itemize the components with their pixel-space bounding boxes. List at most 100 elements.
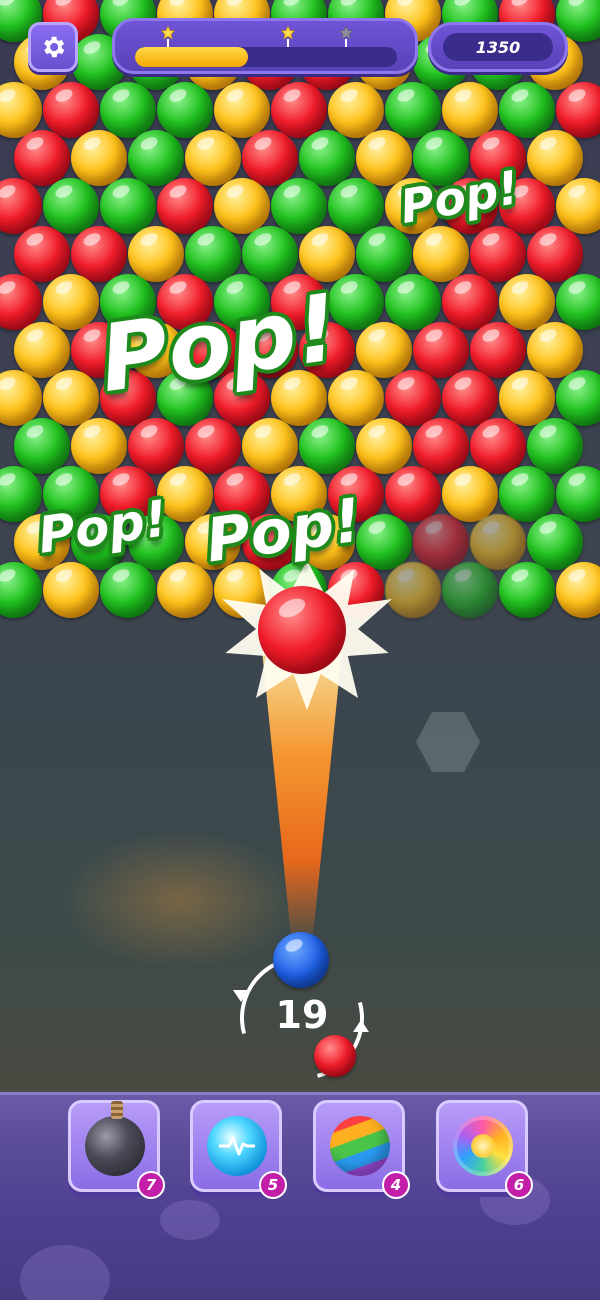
bubble-yellow <box>385 562 441 618</box>
bubble-green <box>242 226 298 282</box>
booster-count-badge: 5 <box>259 1171 287 1199</box>
bubble-yellow <box>242 418 298 474</box>
impact-bubble-red <box>258 586 346 674</box>
bubble-red <box>470 418 526 474</box>
bubble-yellow <box>527 130 583 186</box>
star-3-icon <box>335 25 357 47</box>
bubble-yellow <box>442 466 498 522</box>
bubble-red <box>157 178 213 234</box>
swap-arrow-icon <box>233 990 249 1002</box>
bubble-yellow <box>442 82 498 138</box>
rainbow-ball-icon <box>330 1116 390 1176</box>
bubble-yellow <box>214 178 270 234</box>
bubble-yellow <box>328 82 384 138</box>
bubble-yellow <box>356 322 412 378</box>
bubble-red <box>14 226 70 282</box>
bubble-green <box>499 562 555 618</box>
bubble-green <box>556 274 600 330</box>
settings-button[interactable] <box>28 22 78 72</box>
bubble-yellow <box>413 226 469 282</box>
decorative-flower <box>160 1200 220 1240</box>
bubble-green <box>43 178 99 234</box>
star-2-icon <box>277 25 299 47</box>
bubble-green <box>128 130 184 186</box>
bubble-green <box>527 418 583 474</box>
gear-icon <box>44 36 65 58</box>
bubble-yellow <box>157 562 213 618</box>
bubble-red <box>242 130 298 186</box>
bubble-green <box>499 466 555 522</box>
bubble-green <box>556 466 600 522</box>
bubble-red <box>385 466 441 522</box>
ambient-glow <box>60 830 300 970</box>
bubble-yellow <box>499 274 555 330</box>
shots-remaining: 19 <box>275 993 329 1037</box>
bubble-yellow <box>71 130 127 186</box>
bubble-yellow <box>128 226 184 282</box>
bubble-green <box>328 178 384 234</box>
level-progress-panel <box>112 18 418 74</box>
bubble-red <box>413 514 469 570</box>
booster-bomb[interactable]: 7 <box>68 1100 165 1199</box>
bubble-green <box>271 178 327 234</box>
bubble-yellow <box>470 514 526 570</box>
bubble-yellow <box>556 178 600 234</box>
bubble-green <box>185 226 241 282</box>
bubble-red <box>442 370 498 426</box>
game-screen[interactable]: Pop! Pop! Pop! Pop! 1350 19 7 5 4 6 <box>0 0 600 1300</box>
bubble-green <box>442 562 498 618</box>
bubble-red <box>470 322 526 378</box>
next-bubble-red[interactable] <box>314 1035 356 1077</box>
bubble-red <box>527 226 583 282</box>
bubble-red <box>556 82 600 138</box>
bubble-yellow <box>43 274 99 330</box>
bubble-green <box>499 82 555 138</box>
bubble-red <box>442 274 498 330</box>
hex-sparkle <box>416 712 480 772</box>
bubble-green <box>527 514 583 570</box>
decorative-flower <box>20 1245 110 1300</box>
booster-rainbow-ball[interactable]: 4 <box>313 1100 410 1199</box>
bubble-yellow <box>14 322 70 378</box>
bubble-yellow <box>556 562 600 618</box>
bomb-icon <box>85 1116 145 1176</box>
bubble-yellow <box>43 562 99 618</box>
bubble-yellow <box>185 130 241 186</box>
bubble-yellow <box>356 130 412 186</box>
booster-count-badge: 6 <box>505 1171 533 1199</box>
bubble-yellow <box>356 418 412 474</box>
bubble-green <box>157 82 213 138</box>
bubble-green <box>100 82 156 138</box>
bubble-red <box>185 418 241 474</box>
bubble-red <box>43 82 99 138</box>
score-value: 1350 <box>443 33 553 61</box>
progress-fill <box>135 47 248 67</box>
bubble-green <box>14 418 70 474</box>
current-bubble-blue[interactable] <box>273 932 329 988</box>
star-1-icon <box>157 25 179 47</box>
bubble-green <box>100 562 156 618</box>
booster-color-swirl[interactable]: 6 <box>436 1100 533 1199</box>
bubble-green <box>100 178 156 234</box>
bubble-yellow <box>499 370 555 426</box>
score-panel: 1350 <box>428 22 568 72</box>
bubble-red <box>71 226 127 282</box>
progress-track <box>135 47 397 67</box>
bubble-green <box>556 370 600 426</box>
bubble-red <box>271 82 327 138</box>
bubble-red <box>14 130 70 186</box>
bomb-fuse <box>111 1101 123 1119</box>
bubble-green <box>299 418 355 474</box>
bubble-red <box>385 370 441 426</box>
bubble-green <box>356 226 412 282</box>
bubble-yellow <box>43 370 99 426</box>
bubble-green <box>385 274 441 330</box>
booster-count-badge: 4 <box>382 1171 410 1199</box>
bubble-yellow <box>527 322 583 378</box>
bubble-green <box>0 562 42 618</box>
swap-arrow-icon <box>353 1020 369 1032</box>
bubble-red <box>470 226 526 282</box>
bubble-red <box>413 322 469 378</box>
bubble-yellow <box>214 82 270 138</box>
booster-lightning[interactable]: 5 <box>190 1100 287 1199</box>
